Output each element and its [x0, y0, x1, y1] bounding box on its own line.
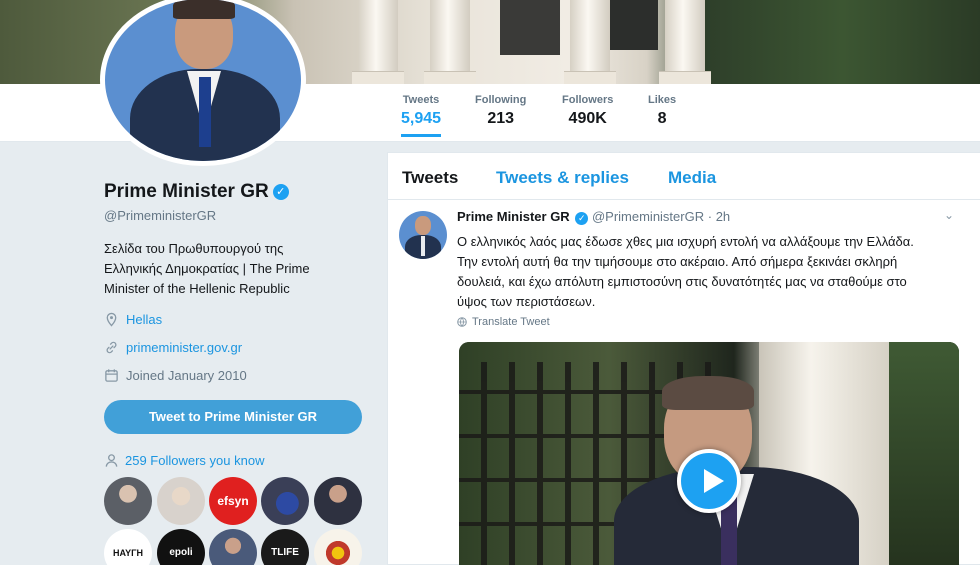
stat-tweets[interactable]: Tweets 5,945: [401, 94, 442, 137]
tweet[interactable]: Prime Minister GR ✓ @PrimeministerGR · 2…: [388, 201, 980, 565]
tweet-header: Prime Minister GR ✓ @PrimeministerGR · 2…: [457, 209, 730, 225]
follower-avatar[interactable]: epoli: [157, 529, 205, 565]
stat-value: 490K: [568, 110, 607, 127]
stat-following[interactable]: Following 213: [475, 94, 526, 128]
profile-bio: Σελίδα του Πρωθυπουργού της Ελληνικής Δη…: [104, 239, 354, 299]
stat-likes[interactable]: Likes 8: [648, 94, 676, 128]
stat-label: Following: [475, 94, 527, 106]
timeline: Tweets Tweets & replies Media Prime Mini…: [387, 152, 980, 565]
follower-avatar[interactable]: TLIFE: [261, 529, 309, 565]
timeline-tabs: Tweets Tweets & replies Media: [388, 153, 980, 200]
tweet-author-handle[interactable]: @PrimeministerGR: [592, 209, 704, 224]
translate-tweet-label: Translate Tweet: [472, 316, 550, 328]
tweet-text-line: δουλειά, και έχω απόλυτη εμπιστοσύνη στι…: [457, 274, 907, 289]
link-icon: [106, 341, 117, 354]
follower-avatar[interactable]: ΗΑΥΓΗ: [104, 529, 152, 565]
person-icon: [105, 454, 118, 467]
bio-line: Σελίδα του Πρωθυπουργού της: [104, 241, 284, 256]
tweet-timestamp[interactable]: 2h: [716, 209, 730, 224]
followers-you-know-text: 259 Followers you know: [125, 453, 265, 468]
stat-value: 8: [657, 110, 667, 127]
profile-name[interactable]: Prime Minister GR ✓: [104, 181, 289, 203]
joined-date: Joined January 2010: [126, 368, 247, 383]
website-link[interactable]: primeminister.gov.gr: [126, 340, 242, 355]
tweet-to-button[interactable]: Tweet to Prime Minister GR: [104, 400, 362, 434]
tweet-text-line: Την εντολή αυτή θα την τιμήσουμε στο ακέ…: [457, 254, 898, 269]
follower-avatar[interactable]: [261, 477, 309, 525]
location-pin-icon: [106, 312, 117, 327]
bio-line: Minister of the Hellenic Republic: [104, 281, 290, 296]
tweet-video[interactable]: [459, 342, 959, 565]
verified-badge-icon: ✓: [575, 212, 589, 225]
profile-joined: Joined January 2010: [104, 368, 247, 383]
profile-location: Hellas: [104, 312, 162, 327]
stat-value: 5,945: [401, 110, 442, 127]
bio-line: Ελληνικής Δημοκρατίας | The Prime: [104, 261, 310, 276]
follower-avatar[interactable]: [104, 477, 152, 525]
followers-you-know-link[interactable]: 259 Followers you know: [104, 453, 264, 468]
verified-badge-icon: ✓: [272, 184, 289, 200]
calendar-icon: [105, 369, 118, 382]
profile-name-text: Prime Minister GR: [104, 181, 269, 202]
stat-label: Tweets: [402, 94, 440, 106]
location-text[interactable]: Hellas: [126, 312, 162, 327]
translate-tweet-link[interactable]: Translate Tweet: [457, 316, 550, 328]
stat-followers[interactable]: Followers 490K: [562, 94, 613, 128]
globe-icon: [457, 317, 467, 327]
follower-avatar[interactable]: [314, 477, 362, 525]
tweet-text-line: ύψος των περιστάσεων.: [457, 294, 596, 309]
stat-label: Likes: [648, 94, 677, 106]
tweet-author-name[interactable]: Prime Minister GR: [457, 209, 570, 224]
tweet-text-line: Ο ελληνικός λαός μας έδωσε χθες μια ισχυ…: [457, 234, 914, 249]
follower-avatar[interactable]: [209, 529, 257, 565]
stat-label: Followers: [562, 94, 614, 106]
profile-avatar[interactable]: [100, 0, 306, 166]
tab-tweets[interactable]: Tweets: [402, 168, 458, 188]
profile-handle[interactable]: @PrimeministerGR: [104, 208, 216, 223]
profile-sidebar: Prime Minister GR ✓ @PrimeministerGR Σελί…: [0, 143, 385, 565]
tweet-text: Ο ελληνικός λαός μας έδωσε χθες μια ισχυ…: [457, 232, 967, 312]
tweet-author-avatar[interactable]: [399, 211, 447, 259]
follower-avatar[interactable]: [314, 529, 362, 565]
tab-tweets-and-replies[interactable]: Tweets & replies: [496, 168, 629, 188]
tab-media[interactable]: Media: [668, 168, 716, 188]
profile-website: primeminister.gov.gr: [104, 340, 242, 355]
follower-avatar[interactable]: efsyn: [209, 477, 257, 525]
stat-value: 213: [487, 110, 515, 127]
chevron-down-icon[interactable]: ⌄: [944, 209, 956, 221]
play-icon[interactable]: [677, 449, 741, 513]
tweet-separator: ·: [707, 209, 713, 224]
follower-avatar[interactable]: [157, 477, 205, 525]
